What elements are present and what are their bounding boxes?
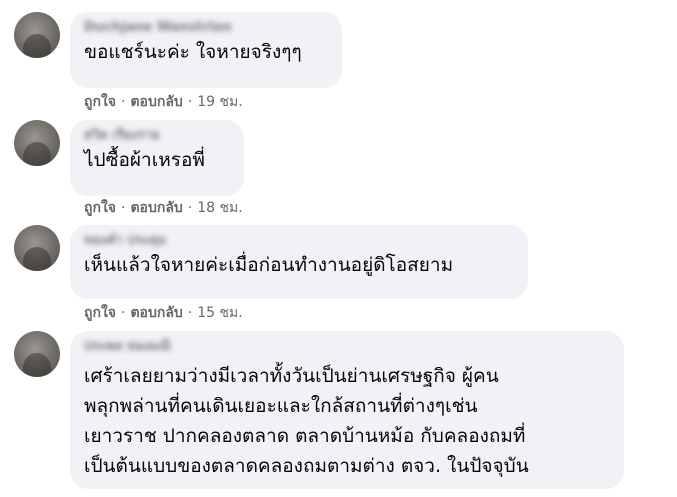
reply-link[interactable]: ตอบกลับ <box>130 200 182 216</box>
separator-dot: · <box>187 94 193 110</box>
separator-dot: · <box>187 305 193 321</box>
like-link[interactable]: ถูกใจ <box>84 94 116 110</box>
separator-dot: · <box>121 200 126 216</box>
comment-bubble: ประพล ทองมณี เศร้าเลยยามว่างมีเวลาทั้งวั… <box>70 331 624 489</box>
comment-time[interactable]: 18 ชม. <box>197 200 242 216</box>
separator-dot: · <box>121 94 126 110</box>
comment-text: ขอแชร์นะค่ะ ใจหายจริงๆๆ <box>84 41 302 63</box>
avatar[interactable] <box>14 12 60 58</box>
comment-actions: ถูกใจ · ตอบกลับ · 19 ชม. <box>84 93 243 111</box>
separator-dot: · <box>187 200 193 216</box>
comment-author[interactable]: ประพล ทองมณี <box>84 339 610 355</box>
comment-author[interactable]: สวิต เรียงราย <box>84 128 230 144</box>
avatar[interactable] <box>14 225 60 271</box>
avatar[interactable] <box>14 331 60 377</box>
separator-dot: · <box>121 305 126 321</box>
comment-actions: ถูกใจ · ตอบกลับ · 18 ชม. <box>84 199 243 217</box>
avatar[interactable] <box>14 120 60 166</box>
comment-text: เห็นแล้วใจหายค่ะเมื่อก่อนทำงานอยู่ดิโอสย… <box>84 254 454 276</box>
like-link[interactable]: ถูกใจ <box>84 305 116 321</box>
reply-link[interactable]: ตอบกลับ <box>130 94 182 110</box>
comment-author[interactable]: Duchjane Wanstrlan <box>84 20 328 36</box>
comment-author[interactable]: ทองคำ ประดุม <box>84 233 514 249</box>
like-link[interactable]: ถูกใจ <box>84 200 116 216</box>
comment-time[interactable]: 19 ชม. <box>197 94 242 110</box>
comment-bubble: Duchjane Wanstrlan ขอแชร์นะค่ะ ใจหายจริง… <box>70 12 342 88</box>
comment-time[interactable]: 15 ชม. <box>197 305 242 321</box>
reply-link[interactable]: ตอบกลับ <box>130 305 182 321</box>
comment-actions: ถูกใจ · ตอบกลับ · 15 ชม. <box>84 304 243 322</box>
comment-text: ไปซื้อผ้าเหรอพี่ <box>84 149 205 171</box>
comment-bubble: สวิต เรียงราย ไปซื้อผ้าเหรอพี่ <box>70 120 244 196</box>
comment-text: เศร้าเลยยามว่างมีเวลาทั้งวันเป็นย่านเศรษ… <box>84 365 529 477</box>
comment-bubble: ทองคำ ประดุม เห็นแล้วใจหายค่ะเมื่อก่อนทำ… <box>70 225 528 299</box>
